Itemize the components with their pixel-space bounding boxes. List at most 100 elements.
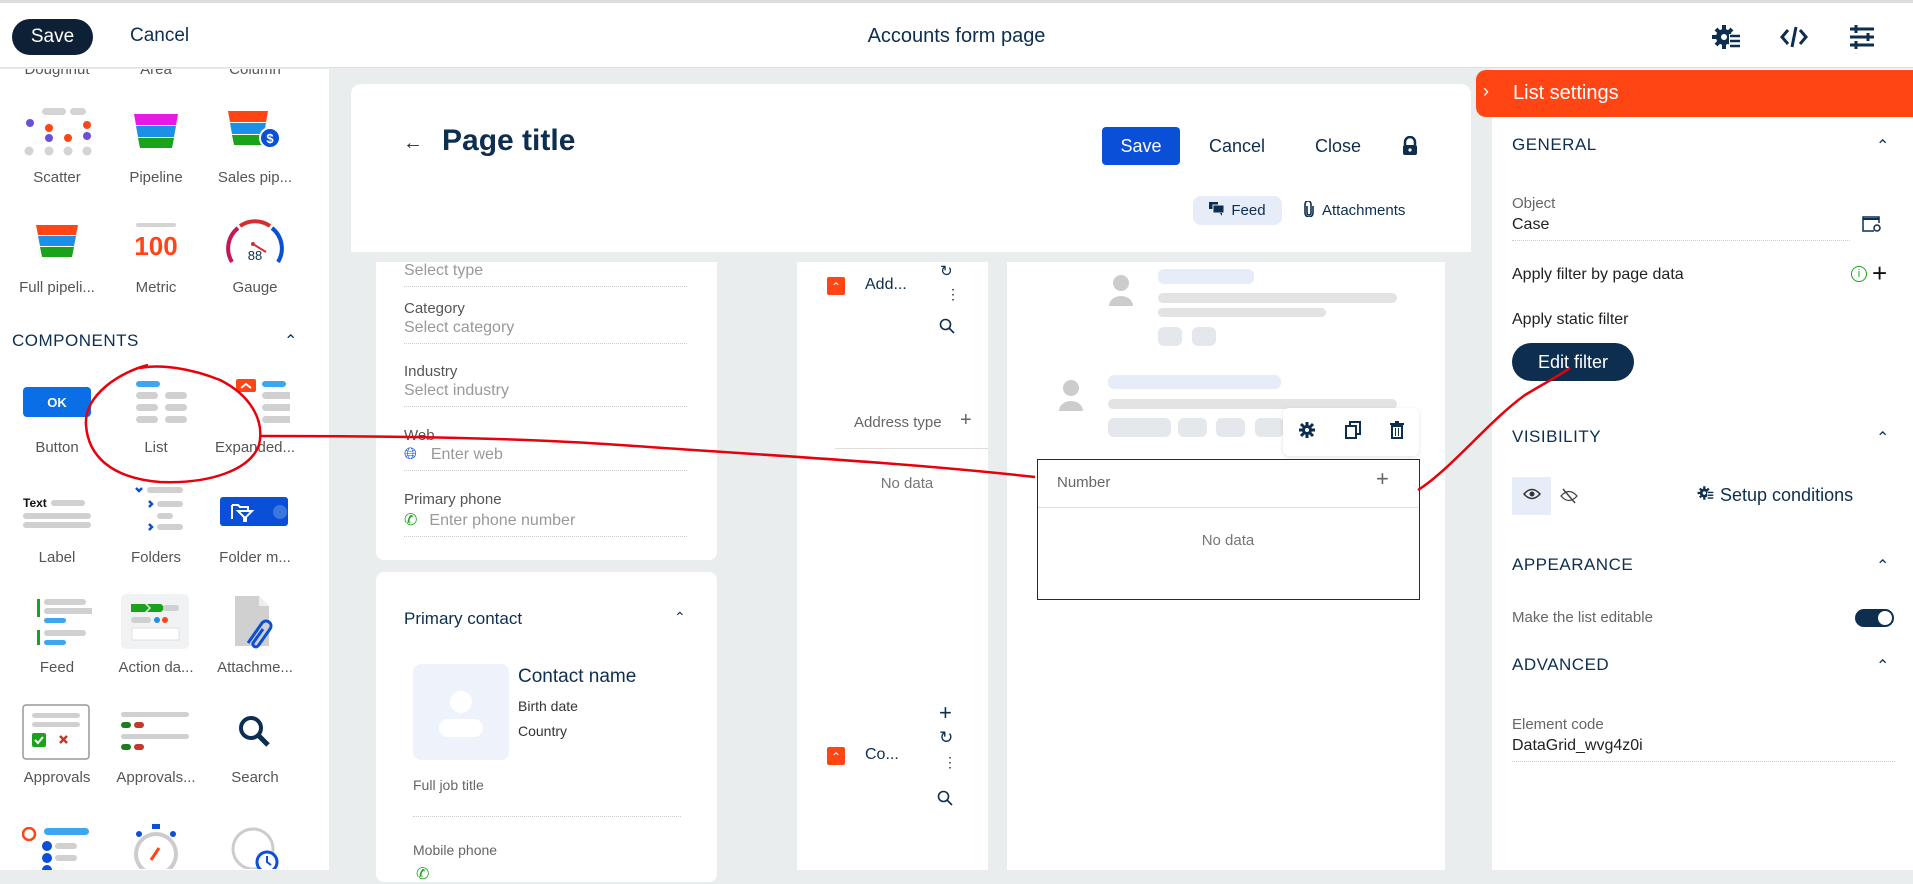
addresses-title: Add... xyxy=(865,276,907,293)
advanced-section[interactable]: ADVANCED xyxy=(1512,655,1609,675)
add-icon[interactable]: + xyxy=(960,409,972,432)
form-close-button[interactable]: Close xyxy=(1315,136,1361,157)
filter-page-data-label: Apply filter by page data xyxy=(1512,266,1684,283)
edit-filter-button[interactable]: Edit filter xyxy=(1512,343,1634,381)
palette-item-gauge[interactable]: 88 Gauge xyxy=(206,211,304,296)
world-clock-icon[interactable] xyxy=(231,824,281,870)
object-settings-icon[interactable] xyxy=(1862,215,1882,238)
copy-icon[interactable] xyxy=(1344,420,1361,444)
visibility-section[interactable]: VISIBILITY xyxy=(1512,427,1601,447)
palette-label: Full pipeli... xyxy=(19,279,95,296)
more-icon[interactable]: ⋮ xyxy=(946,286,960,303)
no-data: No data xyxy=(1201,532,1255,549)
form-cancel-button[interactable]: Cancel xyxy=(1209,136,1265,157)
palette-item-folders[interactable]: Folders xyxy=(107,481,205,566)
address-type-column[interactable]: Address type xyxy=(854,414,942,431)
palette-item-approvals[interactable]: Approvals xyxy=(8,701,106,786)
palette-item-column[interactable]: Column xyxy=(215,69,295,78)
visible-toggle[interactable] xyxy=(1512,477,1551,515)
sliders-icon[interactable] xyxy=(1846,21,1878,53)
contacts-title: Co... xyxy=(865,746,899,763)
appearance-section[interactable]: APPEARANCE xyxy=(1512,555,1633,575)
tab-feed[interactable]: Feed xyxy=(1193,196,1282,225)
chat-icon xyxy=(1209,201,1225,220)
palette-item-pipeline[interactable]: Pipeline xyxy=(107,101,205,186)
list-widget[interactable]: Number + No data xyxy=(1037,459,1420,600)
search-icon[interactable] xyxy=(939,318,955,339)
setup-conditions-button[interactable]: Setup conditions xyxy=(1696,484,1853,507)
palette-label: Search xyxy=(231,769,279,786)
more-icon[interactable]: ⋮ xyxy=(943,754,957,771)
category-field[interactable]: Category Select category xyxy=(404,300,687,344)
palette-item-metric[interactable]: 100 Metric xyxy=(107,211,205,296)
palette-item-expanded-list[interactable]: Expanded... xyxy=(206,371,304,456)
code-icon[interactable] xyxy=(1778,21,1810,53)
add-icon[interactable]: + xyxy=(939,700,952,726)
object-label: Object xyxy=(1512,195,1556,212)
palette-label: Metric xyxy=(135,279,177,296)
element-code-value[interactable]: DataGrid_wvg4z0i xyxy=(1512,737,1895,762)
delete-icon[interactable] xyxy=(1390,420,1405,444)
tab-attachments[interactable]: Attachments xyxy=(1304,196,1405,225)
no-data: No data xyxy=(880,475,934,492)
gear-list-icon[interactable] xyxy=(1711,21,1743,53)
chevron-up-icon[interactable]: ⌃ xyxy=(674,609,686,626)
palette-item-folder-manager[interactable]: Folder m... xyxy=(206,481,304,566)
type-field[interactable]: Select type xyxy=(404,260,687,287)
collapse-icon[interactable]: ⌃ xyxy=(827,277,845,295)
add-column-icon[interactable]: + xyxy=(1376,466,1389,492)
palette-item-label[interactable]: Text Label xyxy=(8,481,106,566)
add-filter-icon[interactable]: + xyxy=(1872,258,1887,289)
info-icon[interactable]: i xyxy=(1851,266,1867,282)
chevron-up-icon[interactable]: ⌃ xyxy=(1876,656,1889,676)
chevron-up-icon[interactable]: ⌃ xyxy=(1876,136,1889,156)
settings-icon[interactable] xyxy=(1298,421,1316,444)
palette-item-action-dashboard[interactable]: Action da... xyxy=(107,591,205,676)
refresh-icon[interactable]: ↻ xyxy=(940,262,953,280)
primary-phone-field[interactable]: Primary phone ✆ Enter phone number xyxy=(404,491,687,537)
collapse-panel-icon[interactable]: › xyxy=(1483,81,1489,102)
component-palette: Doughnut Area Column Scatter Pipeline $ … xyxy=(0,69,329,870)
refresh-icon[interactable]: ↻ xyxy=(939,728,953,748)
static-filter-label: Apply static filter xyxy=(1512,311,1629,328)
timeline-icon[interactable] xyxy=(21,826,92,870)
palette-item-attachments[interactable]: Attachme... xyxy=(206,591,304,676)
back-arrow-icon[interactable]: ← xyxy=(403,132,423,155)
search-icon[interactable] xyxy=(937,790,953,811)
palette-label: Feed xyxy=(39,659,75,676)
palette-item-full-pipeline[interactable]: Full pipeli... xyxy=(8,211,106,296)
page-header-card: ← Page title Save Cancel Close Feed Atta… xyxy=(351,84,1471,252)
lock-icon[interactable] xyxy=(1401,135,1419,161)
chevron-up-icon[interactable]: ⌃ xyxy=(1876,556,1889,576)
sales-pipeline-icon: $ xyxy=(206,101,304,163)
palette-label: Scatter xyxy=(33,169,81,186)
industry-field[interactable]: Industry Select industry xyxy=(404,363,687,407)
number-column-header[interactable]: Number xyxy=(1057,474,1110,491)
birth-date: Birth date xyxy=(518,698,578,714)
palette-label: Action da... xyxy=(118,659,194,676)
collapse-icon[interactable]: ⌃ xyxy=(827,747,845,765)
palette-item-feed[interactable]: Feed xyxy=(8,591,106,676)
palette-item-button[interactable]: OK Button xyxy=(8,371,106,456)
editable-toggle[interactable] xyxy=(1855,609,1894,627)
palette-label: List xyxy=(144,439,168,456)
search-icon xyxy=(206,701,304,763)
chevron-up-icon[interactable]: ⌃ xyxy=(284,331,297,351)
palette-item-doughnut[interactable]: Doughnut xyxy=(17,69,97,78)
hidden-toggle[interactable] xyxy=(1560,488,1578,509)
web-field[interactable]: Web 🌐︎ Enter web xyxy=(404,427,687,471)
phone-icon: ✆ xyxy=(416,866,430,883)
general-section[interactable]: GENERAL xyxy=(1512,135,1597,155)
palette-item-area[interactable]: Area xyxy=(116,69,196,78)
palette-item-list[interactable]: List xyxy=(107,371,205,456)
palette-item-scatter[interactable]: Scatter xyxy=(8,101,106,186)
palette-item-approvals-list[interactable]: Approvals... xyxy=(107,701,205,786)
palette-item-search[interactable]: Search xyxy=(206,701,304,786)
palette-item-sales-pipeline[interactable]: $ Sales pip... xyxy=(206,101,304,186)
chevron-up-icon[interactable]: ⌃ xyxy=(1876,428,1889,448)
form-save-button[interactable]: Save xyxy=(1102,127,1180,165)
object-value[interactable]: Case xyxy=(1512,216,1850,241)
timer-icon[interactable] xyxy=(131,824,181,870)
palette-label: Gauge xyxy=(232,279,278,296)
contact-photo[interactable] xyxy=(413,664,509,760)
